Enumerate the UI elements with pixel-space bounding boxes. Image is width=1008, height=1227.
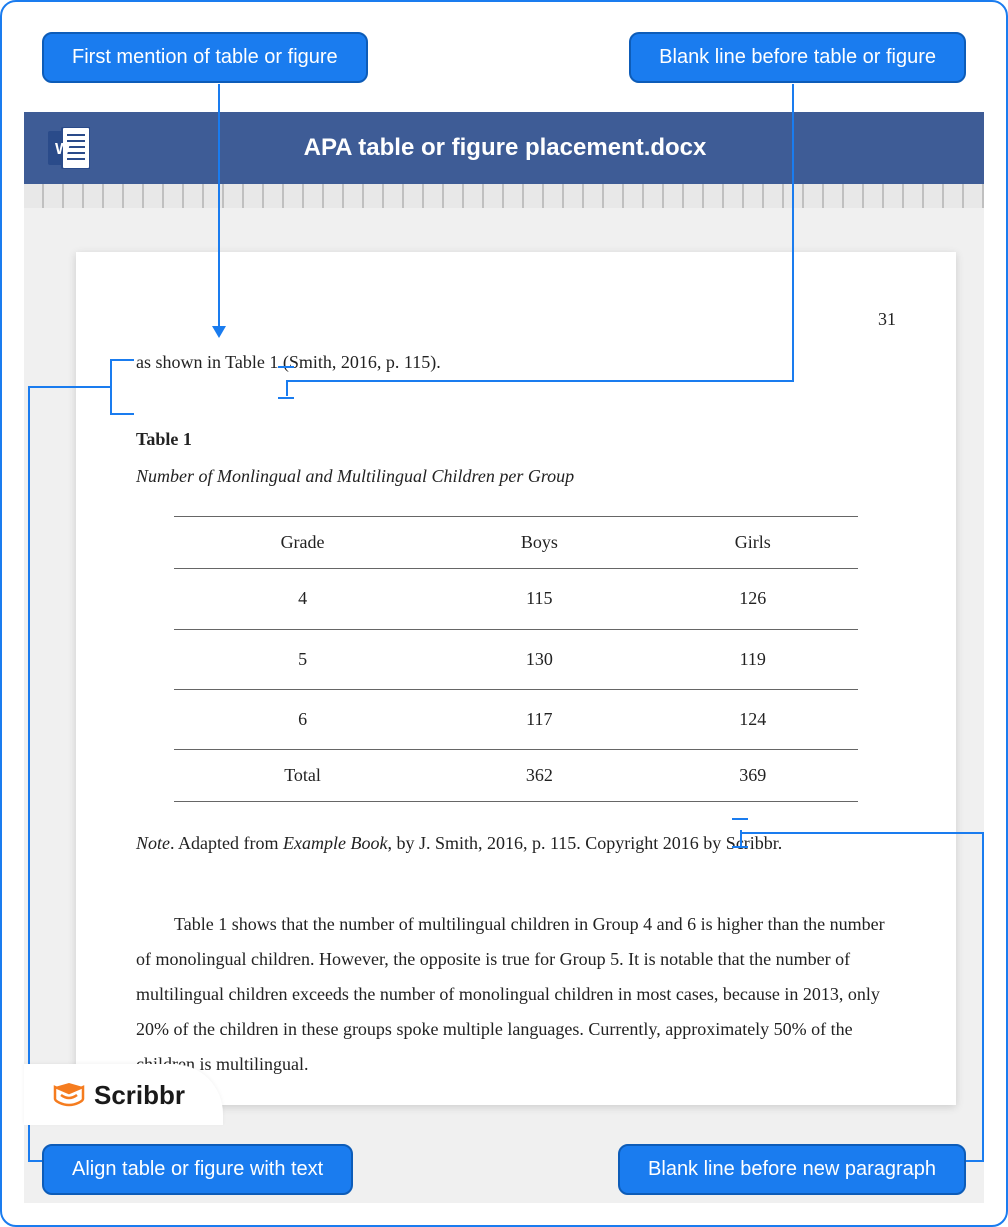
table-cell: 119 [648,629,858,689]
annotation-line [28,386,112,388]
ruler [24,184,984,208]
annotation-line [110,413,134,415]
body-paragraph: Table 1 shows that the number of multili… [136,907,896,1082]
table-cell: Total [174,749,431,801]
annotation-line [28,386,30,1162]
annotation-line [286,380,288,396]
first-mention-text: as shown in Table 1 (Smith, 2016, p. 115… [136,345,896,380]
scribbr-brand-badge: Scribbr [24,1064,223,1125]
table-cell: 6 [174,689,431,749]
table-cell: 5 [174,629,431,689]
data-table: Grade Boys Girls 4 115 126 5 130 119 6 [174,516,858,801]
table-row: 5 130 119 [174,629,858,689]
annotation-line [218,84,220,326]
table-cell: 130 [431,629,647,689]
note-book-title: Example Book [283,833,387,853]
table-row: 6 117 124 [174,689,858,749]
svg-text:W: W [55,141,71,158]
annotation-line [110,359,134,361]
callout-first-mention: First mention of table or figure [42,32,368,83]
table-cell: 115 [431,569,647,629]
annotation-arrow [212,326,226,338]
table-cell: 369 [648,749,858,801]
table-cell: 362 [431,749,647,801]
scribbr-logo-icon [52,1081,86,1111]
table-header: Girls [648,517,858,569]
annotation-tick [278,366,294,368]
table-title: Number of Monlingual and Multilingual Ch… [136,459,896,494]
annotation-tick [732,846,748,848]
table-cell: 124 [648,689,858,749]
note-text: . Adapted from [170,833,283,853]
note-text: , by J. Smith, 2016, p. 115. Copyright 2… [387,833,782,853]
page-number: 31 [136,302,896,337]
scribbr-brand-text: Scribbr [94,1080,185,1111]
table-label: Table 1 [136,422,896,457]
table-header: Boys [431,517,647,569]
callout-align-table: Align table or figure with text [42,1144,353,1195]
table-total-row: Total 362 369 [174,749,858,801]
annotation-tick [278,397,294,399]
table-row: 4 115 126 [174,569,858,629]
table-cell: 4 [174,569,431,629]
document-title: APA table or figure placement.docx [110,134,900,162]
annotation-line [740,832,984,834]
note-label: Note [136,833,170,853]
annotation-line [286,380,794,382]
annotation-line [792,84,794,382]
word-icon: W [48,127,90,169]
diagram-container: First mention of table or figure Blank l… [0,0,1008,1227]
table-header-row: Grade Boys Girls [174,517,858,569]
annotation-tick [732,818,748,820]
word-titlebar: W APA table or figure placement.docx [24,112,984,184]
callout-blank-before-paragraph: Blank line before new paragraph [618,1144,966,1195]
table-header: Grade [174,517,431,569]
callout-blank-before-table: Blank line before table or figure [629,32,966,83]
annotation-line [982,832,984,1162]
table-cell: 126 [648,569,858,629]
table-cell: 117 [431,689,647,749]
